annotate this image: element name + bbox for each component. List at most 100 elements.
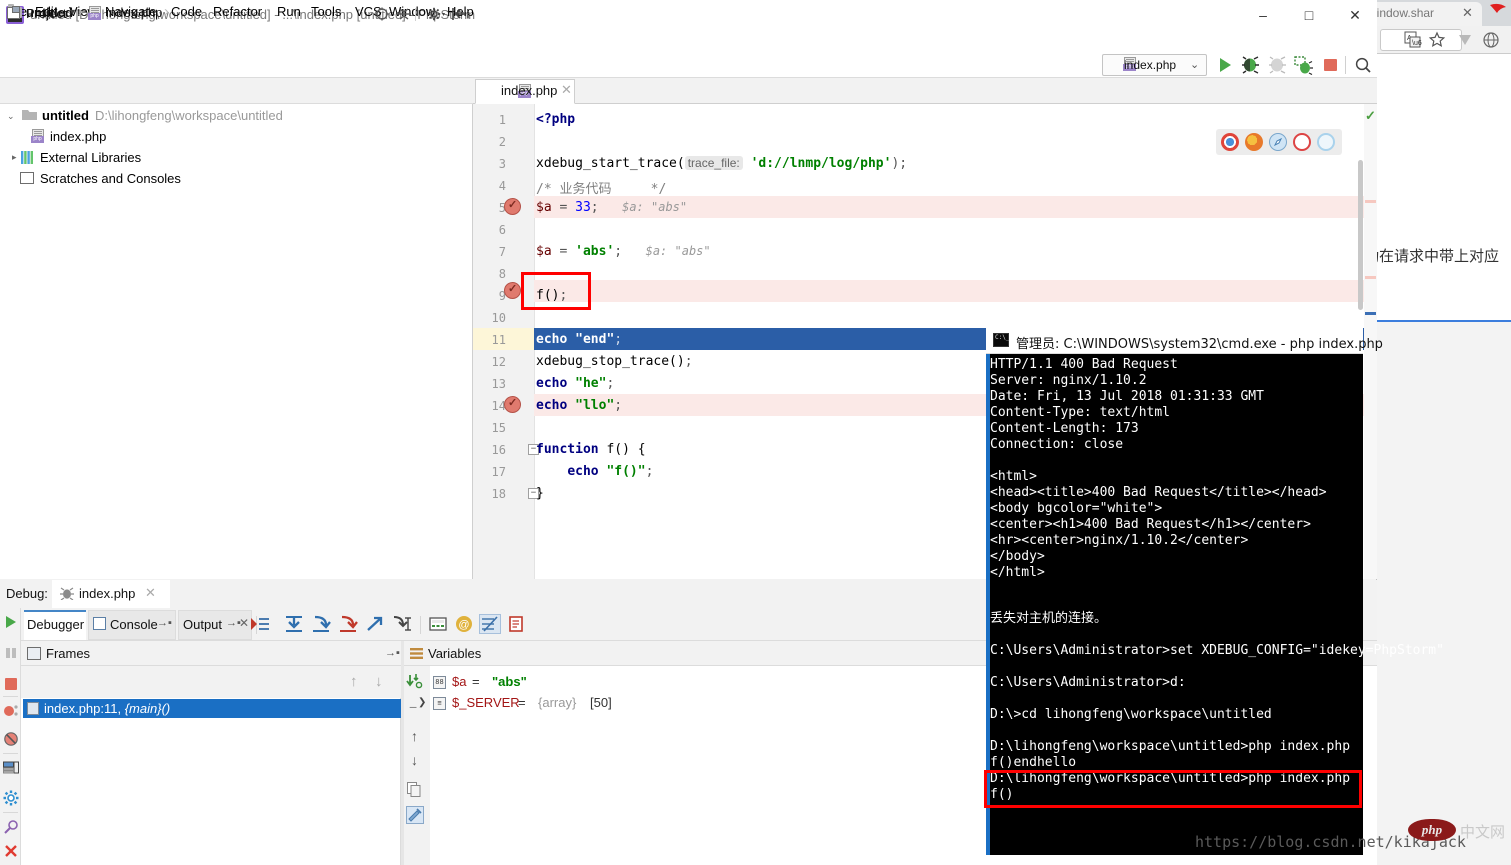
chevron-down-icon-project[interactable]: ▾ — [70, 7, 75, 18]
inspection-mark-3[interactable] — [1365, 312, 1376, 315]
download-chevron-icon[interactable] — [1456, 31, 1474, 49]
remove-watch-icon[interactable]: − — [409, 699, 417, 715]
tree-twisty-untitled[interactable]: ⌄ — [7, 111, 15, 122]
tree-item-indexphp[interactable]: php index.php — [0, 126, 473, 147]
close-icon-editor-tab[interactable]: ✕ — [561, 82, 572, 98]
background-page-bottom — [1360, 322, 1511, 865]
run-button[interactable] — [1214, 55, 1236, 75]
variables-title: Variables — [428, 646, 482, 661]
translate-icon[interactable]: A\u6587 — [1404, 31, 1422, 49]
add-watch-icon[interactable] — [406, 672, 424, 690]
tree-item-untitled[interactable]: ⌄ untitled D:\lihongfeng\workspace\untit… — [0, 105, 473, 126]
background-browser-logo-icon — [1487, 1, 1509, 23]
inspection-ok-icon: ✓ — [1365, 108, 1376, 123]
step-out-button[interactable] — [364, 614, 386, 634]
frames-down-icon[interactable]: ↓ — [375, 673, 383, 690]
gear-icon[interactable] — [426, 7, 445, 21]
variable-value-server: {array} — [538, 695, 577, 710]
bookmark-star-icon[interactable] — [1428, 31, 1446, 49]
line-number-5: 5 — [498, 201, 506, 215]
frame-file-icon — [27, 702, 39, 715]
pin-icon-console[interactable]: →▪ — [157, 617, 172, 629]
inspection-mark-2[interactable] — [1365, 276, 1376, 279]
debug-button[interactable] — [1240, 55, 1262, 75]
mute-breakpoints-icon[interactable] — [3, 731, 19, 747]
editor-scrollbar[interactable] — [1358, 160, 1363, 310]
variable-value-a: "abs" — [492, 674, 527, 689]
force-step-into-button[interactable] — [337, 614, 359, 634]
cmd-line-0: HTTP/1.1 400 Bad Request — [990, 357, 1178, 372]
frames-up-icon[interactable]: ↑ — [350, 673, 358, 690]
move-up-icon[interactable]: ↑ — [411, 728, 418, 744]
menu-run[interactable]: Run — [274, 3, 304, 20]
collapse-all-icon[interactable] — [396, 7, 412, 21]
php-file-icon-tree: php — [31, 129, 45, 143]
help-icon[interactable] — [3, 819, 19, 835]
globe-icon[interactable] — [1482, 31, 1500, 49]
coverage-button[interactable] — [1292, 55, 1314, 75]
firefox-icon[interactable] — [1245, 133, 1263, 151]
variable-row-a[interactable]: 88 $a = "abs" — [430, 674, 930, 694]
side-toolbar-divider-1 — [3, 696, 18, 697]
side-toolbar-divider-3 — [3, 812, 18, 813]
close-button[interactable]: ✕ — [1332, 0, 1378, 30]
pin-icon-frames[interactable]: →▪ — [385, 647, 400, 659]
breakpoint-icon-line5[interactable] — [504, 198, 521, 215]
close-icon-debug-tab[interactable]: ✕ — [145, 585, 156, 601]
breakpoint-icon-line14[interactable] — [504, 396, 521, 413]
breakpoint-icon-line9[interactable] — [504, 282, 521, 299]
stop-program-icon[interactable] — [3, 676, 19, 692]
chrome-icon[interactable] — [1221, 133, 1239, 151]
variable-name-server: $_SERVER — [452, 695, 520, 710]
tree-item-external-libraries[interactable]: ▸ External Libraries — [0, 147, 473, 168]
variable-row-server[interactable]: ❯ ≡ $_SERVER = {array} [50] — [418, 695, 930, 715]
edge-icon[interactable] — [1317, 133, 1335, 151]
breadcrumb-file[interactable]: index.php — [106, 5, 162, 20]
step-into-button[interactable] — [310, 614, 332, 634]
debug-label: Debug: — [6, 586, 48, 601]
line-number-2: 2 — [498, 135, 506, 149]
menu-refactor[interactable]: Refactor — [210, 3, 265, 20]
project-panel-title: Project — [26, 6, 67, 21]
opera-icon[interactable] — [1293, 133, 1311, 151]
move-down-icon[interactable]: ↓ — [411, 752, 418, 768]
frame-list-item-label: index.php:11, {main}() — [44, 701, 170, 716]
mute-breakpoints-button[interactable] — [479, 614, 501, 634]
safari-icon[interactable] — [1269, 133, 1287, 151]
locate-file-icon[interactable] — [374, 7, 390, 21]
tree-path-untitled: D:\lihongfeng\workspace\untitled — [95, 108, 283, 123]
rerun-debug-button[interactable] — [1266, 55, 1288, 75]
evaluate-expression-button[interactable] — [427, 614, 449, 634]
resume-program-icon[interactable] — [3, 614, 19, 630]
search-everywhere-button[interactable] — [1352, 55, 1374, 75]
watches-button[interactable]: @ — [453, 614, 475, 634]
minimize-button[interactable]: – — [1240, 0, 1286, 30]
view-breakpoints-button[interactable] — [506, 614, 528, 634]
hide-panel-icon[interactable] — [451, 7, 467, 21]
pause-program-icon[interactable] — [3, 645, 19, 661]
restore-layout-icon[interactable] — [3, 760, 19, 776]
copy-value-icon[interactable] — [407, 782, 422, 797]
menu-tools[interactable]: Tools — [308, 3, 344, 20]
show-execution-point-button[interactable] — [249, 614, 271, 634]
code-line-1: <?php — [536, 112, 576, 127]
tree-twisty-external-libraries[interactable]: ▸ — [12, 152, 17, 163]
stop-button[interactable] — [1320, 55, 1342, 75]
settings-gear-icon[interactable] — [3, 790, 19, 806]
tree-item-scratches[interactable]: Scratches and Consoles — [0, 168, 473, 189]
variable-twisty-server[interactable]: ❯ — [418, 697, 426, 708]
view-breakpoints-icon[interactable] — [3, 703, 19, 719]
step-over-button[interactable] — [283, 614, 305, 634]
line-number-1: 1 — [498, 113, 506, 127]
maximize-button[interactable]: □ — [1286, 0, 1332, 30]
menu-code[interactable]: Code — [168, 3, 205, 20]
frames-icon — [27, 647, 41, 660]
run-to-cursor-button[interactable] — [391, 614, 413, 634]
code-line-16: function f() { — [536, 442, 646, 457]
close-debug-icon[interactable] — [3, 843, 19, 859]
set-value-icon[interactable] — [406, 806, 424, 824]
tree-label-scratches: Scratches and Consoles — [40, 171, 181, 186]
background-browser-tab-close-icon[interactable]: ✕ — [1462, 5, 1473, 21]
close-icon-output-tab[interactable]: ✕ — [239, 616, 249, 630]
inspection-mark-1[interactable] — [1365, 200, 1376, 203]
